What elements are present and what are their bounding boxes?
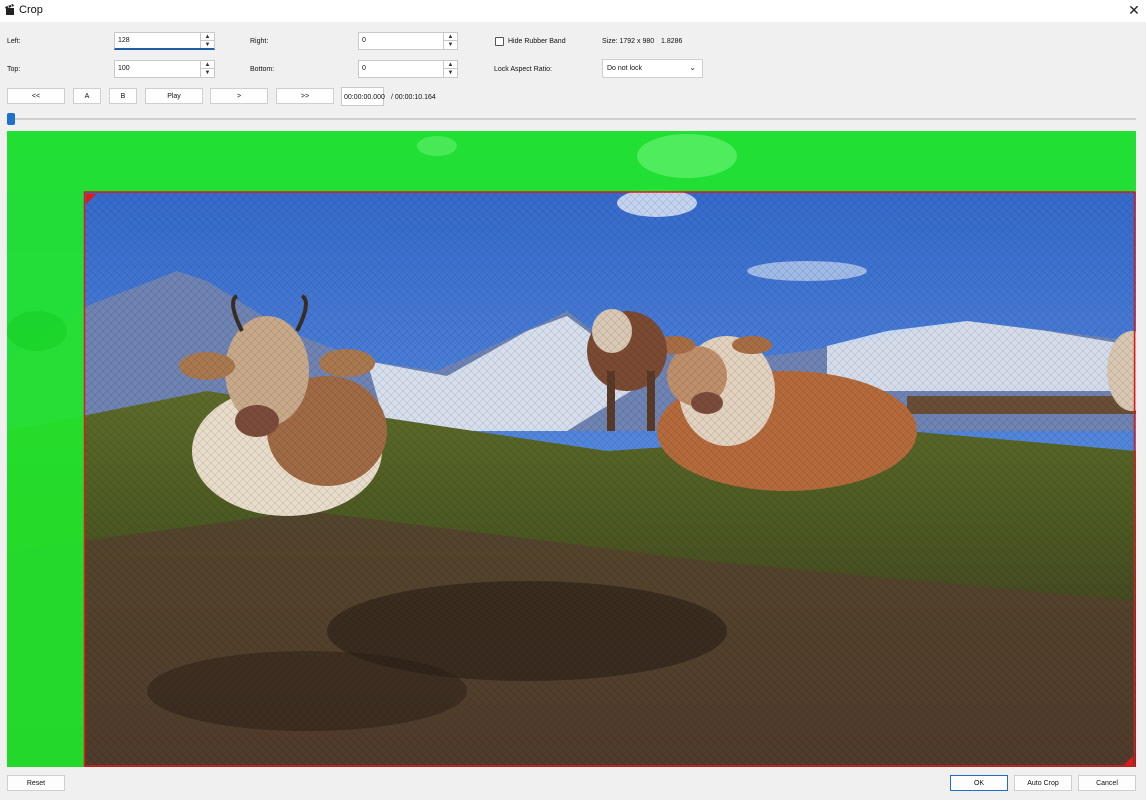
spin-down-icon[interactable]: ▼: [201, 69, 214, 77]
left-spinbox[interactable]: 128 ▲ ▼: [114, 32, 215, 50]
spin-buttons: ▲ ▼: [200, 61, 214, 77]
size-text: Size: 1792 x 980: [602, 38, 655, 45]
right-value: 0: [362, 37, 366, 44]
top-value: 100: [118, 65, 130, 72]
spin-buttons: ▲ ▼: [443, 61, 457, 77]
right-spinbox[interactable]: 0 ▲ ▼: [358, 32, 458, 50]
window-title: Crop: [19, 4, 43, 16]
cancel-button[interactable]: Cancel: [1078, 775, 1136, 791]
spin-up-icon[interactable]: ▲: [201, 33, 214, 41]
video-preview[interactable]: [7, 131, 1136, 767]
auto-crop-button[interactable]: Auto Crop: [1014, 775, 1072, 791]
timeline-slider-thumb[interactable]: [7, 113, 15, 125]
crop-overlay-left: [7, 192, 84, 767]
lock-aspect-value: Do not lock: [607, 65, 643, 72]
current-time-value: 00:00:00.000: [344, 94, 385, 101]
spin-up-icon[interactable]: ▲: [444, 61, 457, 69]
preview-frame-image: [7, 131, 1136, 767]
mark-b-button[interactable]: B: [109, 88, 137, 104]
spin-up-icon[interactable]: ▲: [201, 61, 214, 69]
play-button[interactable]: Play: [145, 88, 203, 104]
spin-buttons: ▲ ▼: [443, 33, 457, 49]
left-value: 128: [118, 37, 130, 44]
spin-down-icon[interactable]: ▼: [444, 41, 457, 49]
title-bar: Crop ✕: [0, 0, 1146, 22]
bottom-label: Bottom:: [250, 66, 275, 73]
first-frame-button[interactable]: <<: [7, 88, 65, 104]
spin-down-icon[interactable]: ▼: [201, 41, 214, 49]
ok-button[interactable]: OK: [950, 775, 1008, 791]
chevron-down-icon: ⌄: [689, 63, 696, 72]
total-time-text: / 00:00:10.164: [391, 94, 436, 101]
lock-aspect-label: Lock Aspect Ratio:: [494, 66, 552, 73]
right-label: Right:: [250, 38, 269, 45]
spin-down-icon[interactable]: ▼: [444, 69, 457, 77]
spin-up-icon[interactable]: ▲: [444, 33, 457, 41]
top-label: Top:: [7, 66, 21, 73]
reset-button[interactable]: Reset: [7, 775, 65, 791]
clapperboard-icon: [5, 4, 15, 16]
bottom-spinbox[interactable]: 0 ▲ ▼: [358, 60, 458, 78]
timeline-slider-track[interactable]: [7, 118, 1136, 120]
top-spinbox[interactable]: 100 ▲ ▼: [114, 60, 215, 78]
spin-buttons: ▲ ▼: [200, 33, 214, 48]
crop-overlay-top: [7, 131, 1136, 192]
close-icon[interactable]: ✕: [1124, 1, 1144, 19]
next-frame-button[interactable]: >: [210, 88, 268, 104]
last-frame-button[interactable]: >>: [276, 88, 334, 104]
bottom-value: 0: [362, 65, 366, 72]
left-label: Left:: [7, 38, 21, 45]
mark-a-button[interactable]: A: [73, 88, 101, 104]
lock-aspect-combobox[interactable]: Do not lock ⌄: [602, 59, 703, 78]
hide-rubber-band-label: Hide Rubber Band: [508, 38, 566, 45]
current-time-field[interactable]: 00:00:00.000: [341, 87, 385, 106]
ratio-text: 1.8286: [661, 38, 683, 45]
hide-rubber-band-checkbox[interactable]: [495, 37, 504, 46]
